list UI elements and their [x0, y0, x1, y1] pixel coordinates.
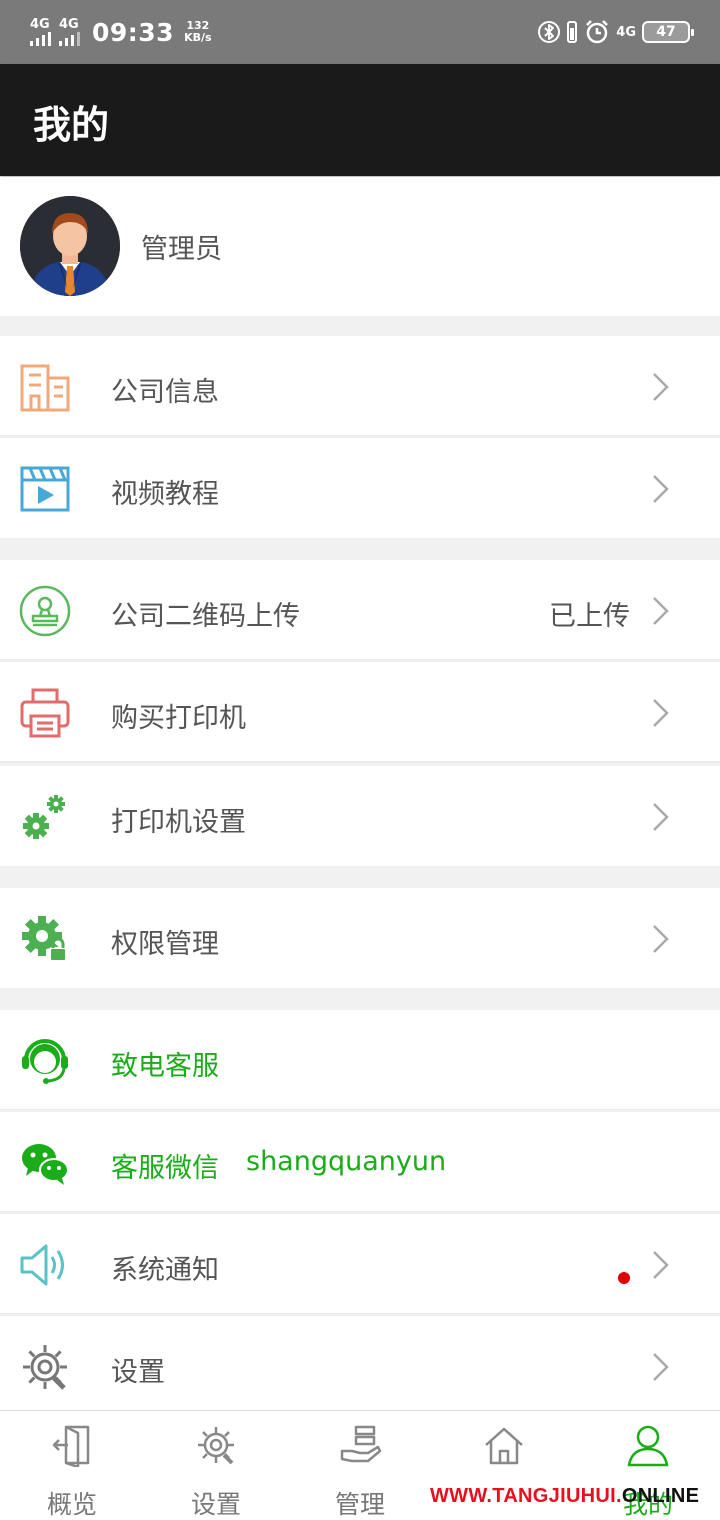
menu-label: 权限管理	[111, 929, 219, 960]
chevron-right-icon	[653, 373, 669, 401]
wechat-icon	[18, 1136, 72, 1190]
menu-item-notifications[interactable]: 系统通知	[0, 1214, 720, 1314]
gear-icon	[18, 1340, 72, 1394]
profile-card[interactable]: 管理员	[0, 177, 720, 316]
menu-item-wechat-service[interactable]: 客服微信 shangquanyun	[0, 1112, 720, 1212]
video-icon	[18, 462, 72, 516]
wechat-id: shangquanyun	[246, 1146, 447, 1177]
network-type-right-label: 4G	[616, 24, 636, 40]
chevron-right-icon	[653, 803, 669, 831]
menu-label: 致电客服	[111, 1051, 219, 1082]
bluetooth-icon	[538, 19, 561, 45]
watermark-part-1: WWW.TANGJIUHUI.	[430, 1485, 622, 1507]
menu-label: 公司二维码上传	[111, 601, 300, 632]
signal-1: 4G	[30, 18, 51, 46]
gear-lock-icon	[18, 912, 72, 966]
home-icon	[482, 1423, 526, 1467]
user-name: 管理员	[141, 234, 222, 265]
tab-label: 管理	[334, 1490, 385, 1519]
signal-bars-icon	[30, 32, 51, 46]
hand-tray-icon	[338, 1423, 382, 1467]
menu-item-qr-upload[interactable]: 公司二维码上传 已上传	[0, 560, 720, 660]
upload-status: 已上传	[549, 601, 630, 632]
tab-label: 设置	[190, 1490, 241, 1519]
menu-label: 打印机设置	[111, 807, 246, 838]
network-type-2: 4G	[59, 17, 79, 32]
menu-label: 设置	[111, 1357, 165, 1388]
watermark: WWW.TANGJIUHUI.ONLINE	[430, 1485, 699, 1508]
watermark-part-2: ONLINE	[621, 1485, 700, 1507]
chevron-right-icon	[653, 1251, 669, 1279]
menu-label: 公司信息	[111, 377, 219, 408]
menu-item-permissions[interactable]: 权限管理	[0, 888, 720, 988]
tab-manage[interactable]: 管理	[288, 1411, 432, 1520]
menu-label: 视频教程	[111, 479, 219, 510]
headset-icon	[18, 1034, 72, 1088]
gears-icon	[18, 790, 72, 844]
net-speed-unit: KB/s	[184, 31, 212, 44]
menu-item-company-info[interactable]: 公司信息	[0, 336, 720, 436]
signal-2: 4G	[59, 18, 80, 46]
page-title: 我的	[33, 103, 110, 147]
menu-label: 购买打印机	[111, 703, 246, 734]
menu-item-call-service[interactable]: 致电客服	[0, 1010, 720, 1110]
chevron-right-icon	[653, 699, 669, 727]
menu-item-buy-printer[interactable]: 购买打印机	[0, 662, 720, 762]
exit-door-icon	[50, 1423, 94, 1467]
unread-dot	[618, 1272, 630, 1284]
menu-item-video-tutorial[interactable]: 视频教程	[0, 438, 720, 538]
chevron-right-icon	[653, 1353, 669, 1381]
app-header: 我的	[0, 64, 720, 176]
menu-label: 客服微信	[111, 1153, 219, 1184]
menu-item-printer-settings[interactable]: 打印机设置	[0, 766, 720, 866]
alarm-icon	[584, 19, 610, 45]
chevron-right-icon	[653, 925, 669, 953]
chevron-right-icon	[653, 475, 669, 503]
network-type-1: 4G	[30, 17, 50, 32]
gear-icon	[194, 1423, 238, 1467]
clock: 09:33	[92, 17, 175, 47]
status-bar: 4G 4G 09:33 132 KB/s 4G 47	[0, 0, 720, 64]
tab-settings[interactable]: 设置	[144, 1411, 288, 1520]
battery-level: 47	[656, 24, 676, 40]
person-icon	[626, 1423, 670, 1467]
tab-label: 概览	[46, 1490, 97, 1519]
vibrate-icon	[566, 20, 578, 44]
stamp-icon	[18, 584, 72, 638]
avatar[interactable]	[20, 196, 120, 296]
battery-icon: 47	[642, 21, 694, 43]
printer-icon	[18, 686, 72, 740]
tab-overview[interactable]: 概览	[0, 1411, 144, 1520]
chevron-right-icon	[653, 597, 669, 625]
menu-item-settings[interactable]: 设置	[0, 1316, 720, 1416]
building-icon	[18, 360, 72, 414]
net-speed: 132 KB/s	[184, 20, 211, 44]
menu-label: 系统通知	[111, 1255, 219, 1286]
network-type-right: 4G	[616, 26, 636, 39]
signal-bars-icon	[59, 32, 80, 46]
speaker-icon	[18, 1238, 72, 1292]
